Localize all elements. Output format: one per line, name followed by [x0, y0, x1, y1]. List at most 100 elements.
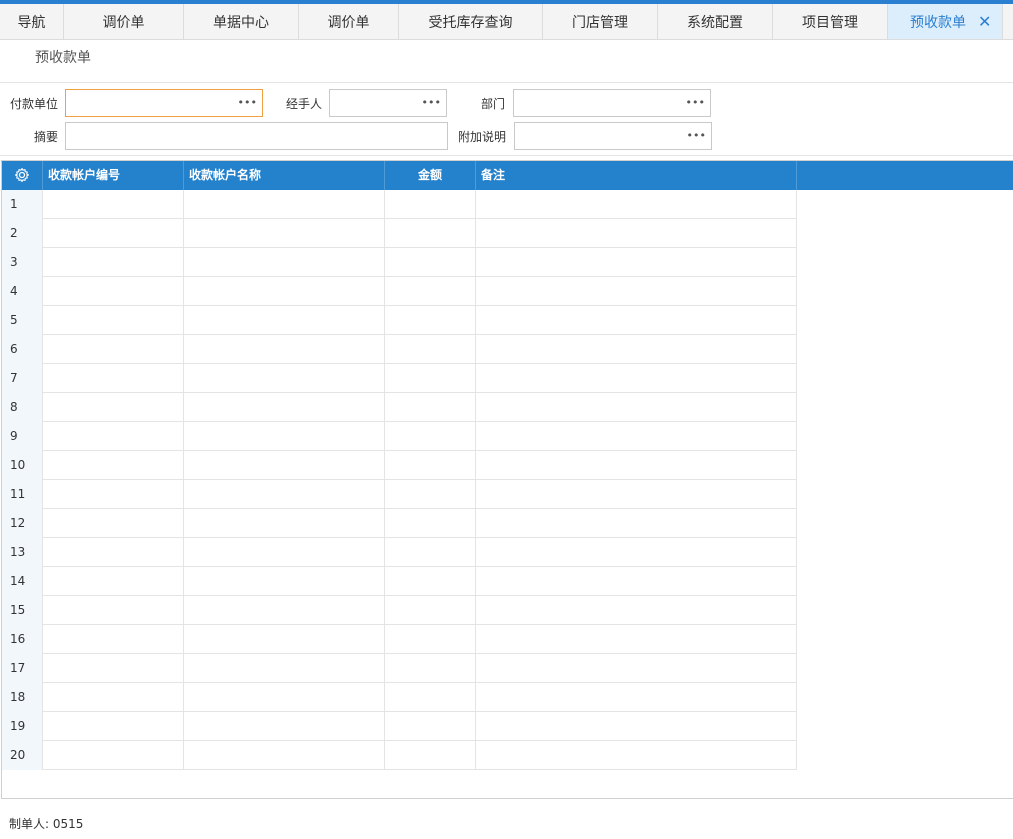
cell-account-code[interactable] [43, 538, 184, 567]
table-row[interactable]: 17 [2, 654, 797, 683]
table-row[interactable]: 13 [2, 538, 797, 567]
cell-account-name[interactable] [184, 277, 385, 306]
cell-account-code[interactable] [43, 335, 184, 364]
cell-amount[interactable] [385, 364, 476, 393]
table-row[interactable]: 18 [2, 683, 797, 712]
more-icon[interactable]: ••• [687, 129, 706, 142]
cell-remark[interactable] [476, 219, 797, 248]
cell-account-name[interactable] [184, 538, 385, 567]
cell-amount[interactable] [385, 538, 476, 567]
cell-account-name[interactable] [184, 451, 385, 480]
cell-account-name[interactable] [184, 422, 385, 451]
tab-consigned-stock[interactable]: 受托库存查询 [399, 4, 543, 39]
cell-remark[interactable] [476, 654, 797, 683]
table-row[interactable]: 10 [2, 451, 797, 480]
col-account-name[interactable]: 收款帐户名称 [184, 161, 385, 190]
cell-account-code[interactable] [43, 480, 184, 509]
table-row[interactable]: 12 [2, 509, 797, 538]
cell-remark[interactable] [476, 335, 797, 364]
cell-amount[interactable] [385, 683, 476, 712]
cell-account-code[interactable] [43, 277, 184, 306]
cell-account-code[interactable] [43, 654, 184, 683]
table-row[interactable]: 8 [2, 393, 797, 422]
cell-remark[interactable] [476, 393, 797, 422]
tab-store-mgmt[interactable]: 门店管理 [543, 4, 658, 39]
table-row[interactable]: 14 [2, 567, 797, 596]
cell-account-code[interactable] [43, 364, 184, 393]
cell-amount[interactable] [385, 741, 476, 770]
cell-amount[interactable] [385, 306, 476, 335]
cell-account-name[interactable] [184, 480, 385, 509]
table-row[interactable]: 7 [2, 364, 797, 393]
cell-account-code[interactable] [43, 596, 184, 625]
col-remark[interactable]: 备注 [476, 161, 797, 190]
cell-remark[interactable] [476, 567, 797, 596]
cell-account-name[interactable] [184, 248, 385, 277]
cell-amount[interactable] [385, 567, 476, 596]
cell-amount[interactable] [385, 625, 476, 654]
close-icon[interactable]: ✕ [978, 12, 991, 31]
cell-account-code[interactable] [43, 451, 184, 480]
cell-account-name[interactable] [184, 219, 385, 248]
cell-amount[interactable] [385, 335, 476, 364]
cell-account-name[interactable] [184, 306, 385, 335]
payer-field[interactable]: ••• [65, 89, 263, 117]
cell-amount[interactable] [385, 277, 476, 306]
cell-account-code[interactable] [43, 741, 184, 770]
more-icon[interactable]: ••• [686, 96, 705, 109]
table-row[interactable]: 20 [2, 741, 797, 770]
cell-amount[interactable] [385, 190, 476, 219]
cell-remark[interactable] [476, 451, 797, 480]
cell-amount[interactable] [385, 509, 476, 538]
cell-remark[interactable] [476, 248, 797, 277]
cell-remark[interactable] [476, 741, 797, 770]
col-amount[interactable]: 金额 [385, 161, 476, 190]
cell-amount[interactable] [385, 248, 476, 277]
cell-amount[interactable] [385, 422, 476, 451]
cell-account-code[interactable] [43, 190, 184, 219]
cell-account-name[interactable] [184, 393, 385, 422]
cell-remark[interactable] [476, 364, 797, 393]
col-account-code[interactable]: 收款帐户编号 [43, 161, 184, 190]
tab-project-mgmt[interactable]: 项目管理 [773, 4, 888, 39]
cell-amount[interactable] [385, 654, 476, 683]
table-row[interactable]: 4 [2, 277, 797, 306]
cell-remark[interactable] [476, 509, 797, 538]
table-row[interactable]: 16 [2, 625, 797, 654]
cell-account-code[interactable] [43, 248, 184, 277]
table-row[interactable]: 15 [2, 596, 797, 625]
note-field[interactable]: ••• [514, 122, 712, 150]
cell-account-name[interactable] [184, 335, 385, 364]
tab-system-config[interactable]: 系统配置 [658, 4, 773, 39]
tab-price-adjust-2[interactable]: 调价单 [299, 4, 399, 39]
cell-account-name[interactable] [184, 364, 385, 393]
cell-remark[interactable] [476, 306, 797, 335]
cell-account-name[interactable] [184, 625, 385, 654]
cell-amount[interactable] [385, 219, 476, 248]
cell-remark[interactable] [476, 190, 797, 219]
table-row[interactable]: 6 [2, 335, 797, 364]
table-row[interactable]: 3 [2, 248, 797, 277]
cell-account-name[interactable] [184, 190, 385, 219]
cell-remark[interactable] [476, 480, 797, 509]
table-row[interactable]: 1 [2, 190, 797, 219]
table-row[interactable]: 9 [2, 422, 797, 451]
cell-account-name[interactable] [184, 712, 385, 741]
cell-account-name[interactable] [184, 509, 385, 538]
cell-account-code[interactable] [43, 625, 184, 654]
more-icon[interactable]: ••• [422, 96, 441, 109]
cell-remark[interactable] [476, 596, 797, 625]
cell-account-code[interactable] [43, 219, 184, 248]
cell-account-name[interactable] [184, 567, 385, 596]
cell-account-code[interactable] [43, 712, 184, 741]
cell-account-name[interactable] [184, 741, 385, 770]
cell-amount[interactable] [385, 712, 476, 741]
cell-account-name[interactable] [184, 654, 385, 683]
cell-account-code[interactable] [43, 306, 184, 335]
cell-remark[interactable] [476, 683, 797, 712]
handler-field[interactable]: ••• [329, 89, 447, 117]
cell-account-code[interactable] [43, 393, 184, 422]
tab-nav[interactable]: 导航 [0, 4, 64, 39]
cell-remark[interactable] [476, 538, 797, 567]
cell-remark[interactable] [476, 625, 797, 654]
